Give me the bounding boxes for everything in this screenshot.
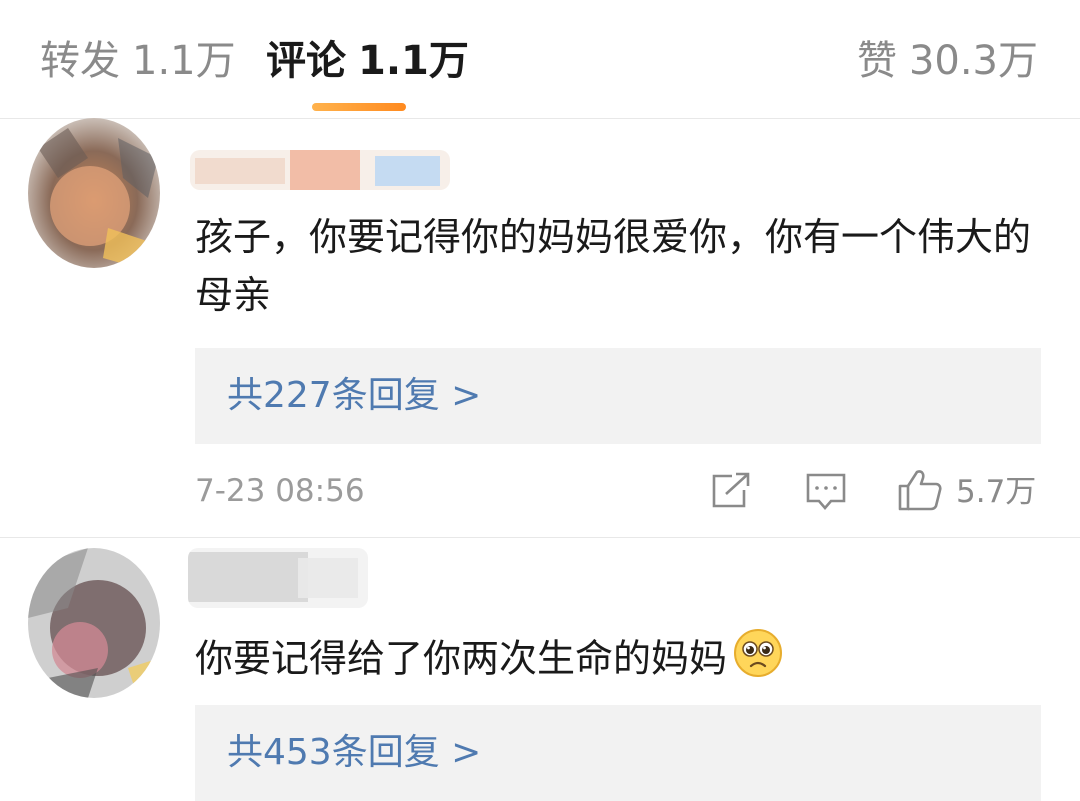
comment-text: 孩子，你要记得你的妈妈很爱你，你有一个伟大的母亲 (195, 215, 1032, 317)
replies-link[interactable]: 共227条回复 > (195, 348, 1041, 444)
tab-repost[interactable]: 转发 1.1万 (40, 36, 236, 86)
comment-time: 7-23 08:56 (195, 473, 365, 509)
tab-comment[interactable]: 评论 1.1万 (266, 36, 469, 86)
tab-comment-count: 1.1万 (358, 38, 469, 84)
tab-like-label: 赞 (856, 38, 897, 84)
teary-eyes-emoji-icon (733, 628, 783, 694)
username-blurred[interactable] (188, 548, 368, 608)
replies-link[interactable]: 共453条回复 > (195, 705, 1041, 801)
avatar[interactable] (28, 118, 160, 268)
thumbs-up-icon[interactable] (897, 468, 943, 516)
username-blurred[interactable] (190, 150, 450, 190)
comment-text-content: 你要记得给了你两次生命的妈妈 (195, 636, 728, 681)
tab-repost-count: 1.1万 (132, 38, 236, 84)
comment-divider (0, 537, 1080, 538)
comment-icon[interactable] (805, 472, 847, 516)
tab-repost-label: 转发 (40, 38, 120, 84)
replies-count: 共453条回复 > (227, 732, 482, 773)
tab-bar: 转发 1.1万 评论 1.1万 赞 30.3万 (0, 0, 1080, 118)
active-tab-indicator (312, 103, 406, 111)
share-icon[interactable] (710, 472, 752, 514)
avatar[interactable] (28, 548, 160, 698)
tab-comment-label: 评论 (266, 38, 346, 84)
tab-divider (0, 118, 1080, 119)
like-count: 5.7万 (956, 474, 1037, 510)
replies-count: 共227条回复 > (227, 375, 482, 416)
tab-like-count: 30.3万 (908, 38, 1038, 84)
tab-like[interactable]: 赞 30.3万 (857, 36, 1038, 86)
comment-text: 你要记得给了你两次生命的妈妈 (195, 628, 1045, 694)
